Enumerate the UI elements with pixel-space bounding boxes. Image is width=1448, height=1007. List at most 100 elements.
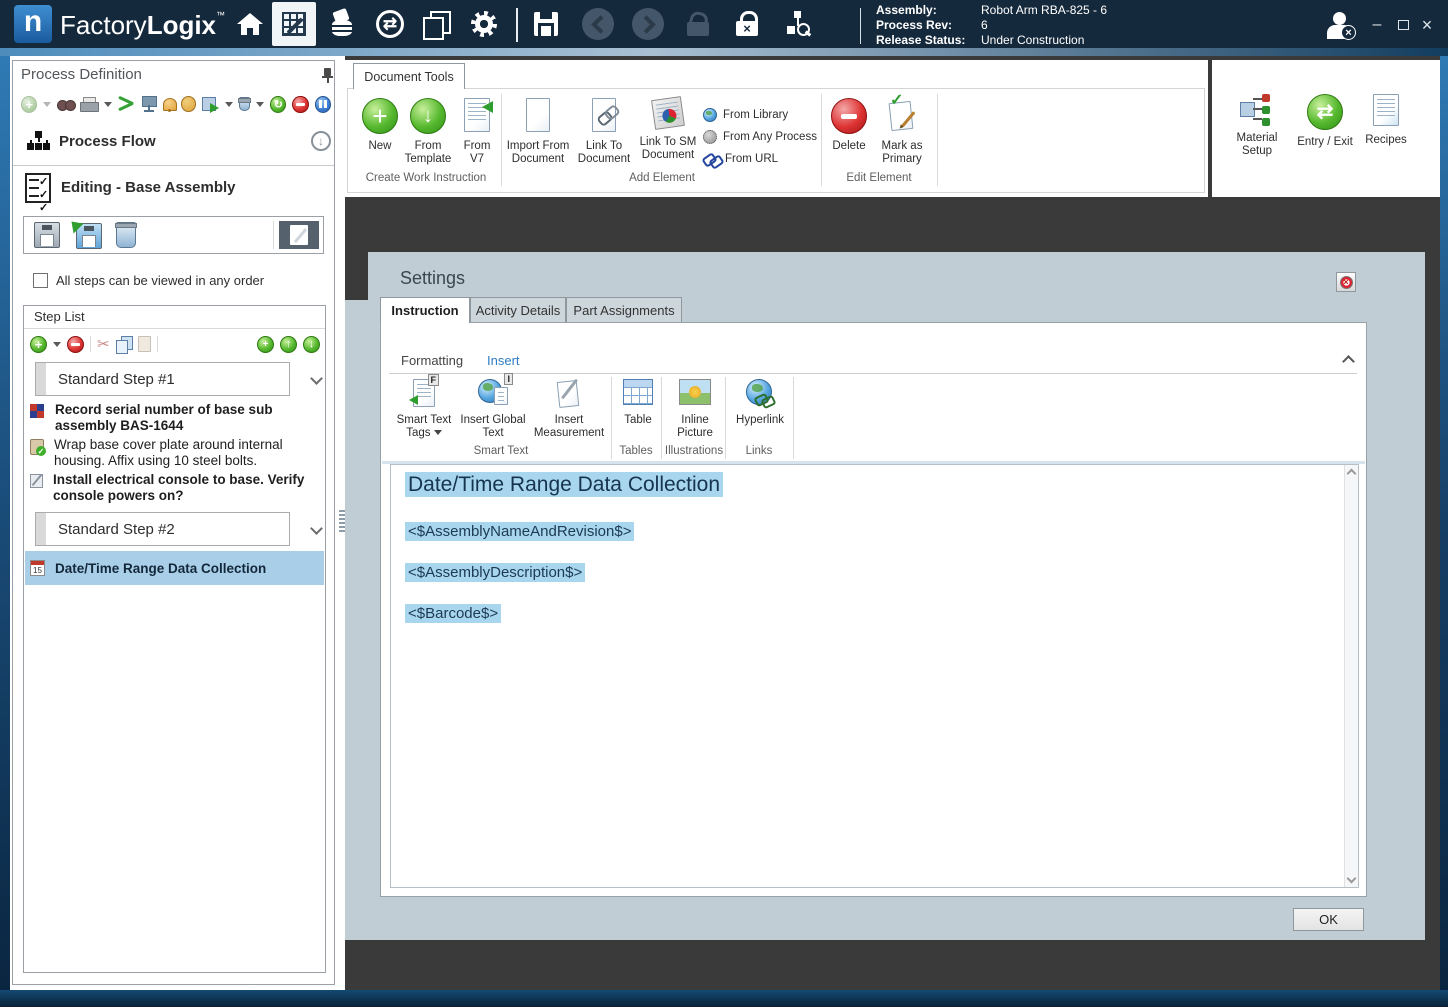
step-2-expand-chevron[interactable] [310,522,323,535]
delete-element-button[interactable]: Delete [827,98,871,153]
materials-button[interactable] [320,2,364,46]
print-caret[interactable] [103,101,112,107]
tab-activity-details[interactable]: Activity Details [470,297,566,323]
collapse-circle-icon[interactable]: ↓ [311,131,331,151]
add-step-button[interactable]: + [30,335,47,353]
panel-title: Process Definition [21,66,142,83]
sync-button[interactable]: ⇄ [368,2,412,46]
import-from-document-button[interactable]: Import From Document [505,98,571,166]
home-button[interactable] [228,2,272,46]
settings-button[interactable] [462,2,506,46]
refresh-button[interactable]: ↻ [270,95,287,113]
documents-button[interactable] [414,2,458,46]
lock-button[interactable]: × [726,2,770,46]
settings-close-button[interactable]: × [1336,272,1356,292]
pin-button[interactable] [321,67,335,83]
hyperlink-button[interactable]: Hyperlink [731,379,789,427]
copy-icon[interactable] [115,335,133,354]
process-rev-label: Process Rev: [876,18,953,32]
from-library-button[interactable]: From Library [703,104,821,126]
shuffle-icon[interactable] [117,95,135,112]
unlock-button[interactable] [676,2,720,46]
recipes-button[interactable]: Recipes [1360,94,1412,147]
step-item-datetime-selected[interactable]: 15 Date/Time Range Data Collection [25,551,324,585]
step-header-2[interactable]: Standard Step #2 [35,512,290,546]
instruction-document-editor[interactable]: Date/Time Range Data Collection <$Assemb… [390,464,1359,888]
from-url-icon [701,152,725,170]
scroll-down-arrow[interactable] [1346,873,1357,884]
export-caret[interactable] [224,101,233,107]
ok-button[interactable]: OK [1293,908,1364,931]
from-template-button[interactable]: ↓ From Template [402,98,454,166]
step-item-install-console[interactable]: Install electrical console to base. Veri… [30,472,320,504]
material-setup-button[interactable]: Material Setup [1226,94,1288,158]
step-1-expand-chevron[interactable] [310,372,323,385]
from-any-process-button[interactable]: From Any Process [703,126,821,148]
export-process-icon[interactable] [202,96,220,113]
ribbon-collapse-chevron[interactable] [1342,355,1355,368]
add-process-caret[interactable] [43,101,52,107]
process-audit-button[interactable] [776,2,820,46]
step-item-wrap-cover[interactable]: ✓ Wrap base cover plate around internal … [30,437,320,469]
entry-exit-button[interactable]: ⇄ Entry / Exit [1292,94,1358,149]
pause-button[interactable] [314,95,331,113]
editor-tab-formatting[interactable]: Formatting [401,353,463,368]
step-item-record-serial[interactable]: Record serial number of base sub assembl… [30,402,320,434]
cut-icon[interactable]: ✂ [97,335,110,353]
insert-step-button[interactable]: + [257,335,274,353]
unlock-icon [687,10,710,36]
editor-scrollbar[interactable] [1344,465,1358,887]
insert-measurement-button[interactable]: Insert Measurement [531,378,607,440]
smart-text-tags-button[interactable]: F Smart Text Tags [395,374,453,440]
link-to-document-button[interactable]: Link To Document [573,98,635,166]
deploy-screen-icon[interactable] [141,96,157,112]
insert-global-text-button[interactable]: I Insert Global Text [457,373,529,440]
print-button[interactable] [80,96,100,112]
paste-icon[interactable] [137,336,151,352]
alert-bell-icon[interactable] [162,97,177,112]
move-step-down-button[interactable]: ↓ [303,335,320,353]
edit-instruction-button[interactable] [279,221,319,249]
delete-work-instruction-button[interactable] [115,222,137,248]
step-drag-strip[interactable] [36,513,46,545]
step-drag-strip[interactable] [36,363,46,395]
order-checkbox-row[interactable]: All steps can be viewed in any order [33,273,264,288]
remove-step-button[interactable] [67,335,84,353]
inline-picture-button[interactable]: Inline Picture [667,379,723,440]
scroll-up-arrow[interactable] [1346,468,1357,479]
logout-button[interactable]: × [1318,4,1362,48]
delete-caret[interactable] [256,101,265,107]
move-step-up-button[interactable]: ↑ [280,335,297,353]
table-button[interactable]: Table [617,379,659,427]
find-icon[interactable] [57,97,77,111]
tab-label: Document Tools [364,69,454,84]
editor-tab-insert[interactable]: Insert [487,353,520,368]
mark-as-primary-button[interactable]: ✓ Mark as Primary [873,93,931,166]
close-button[interactable]: × [1416,14,1438,36]
save-export-button[interactable] [66,216,102,249]
minimize-button[interactable]: – [1366,14,1388,36]
order-checkbox[interactable] [33,273,48,288]
process-definition-button-active[interactable] [272,2,316,46]
from-url-button[interactable]: From URL [701,148,821,170]
tab-document-tools[interactable]: Document Tools [353,63,465,89]
tab-part-assignments[interactable]: Part Assignments [566,297,682,323]
delete-process-icon[interactable] [237,97,251,111]
tab-instruction[interactable]: Instruction [380,297,470,323]
smart-text-tags-caret [433,430,442,436]
process-flow-row[interactable]: Process Flow ↓ [13,121,334,166]
from-v7-button[interactable]: From V7 [455,98,499,166]
step-header-1[interactable]: Standard Step #1 [35,362,290,396]
save-process-button[interactable] [34,222,60,248]
add-step-caret[interactable] [53,341,61,347]
add-process-button[interactable]: + [21,95,38,113]
maximize-button[interactable] [1392,14,1414,36]
forward-button[interactable] [626,2,670,46]
save-button[interactable] [524,2,568,46]
process-definition-panel: Process Definition + ↻ Process Flow ↓ ✓ … [12,60,335,985]
new-button[interactable]: + New [358,98,402,153]
remove-button[interactable] [292,95,309,113]
config-gear-icon[interactable] [181,96,197,112]
back-button[interactable] [576,2,620,46]
link-to-sm-document-button[interactable]: Link To SM Document [637,96,699,162]
